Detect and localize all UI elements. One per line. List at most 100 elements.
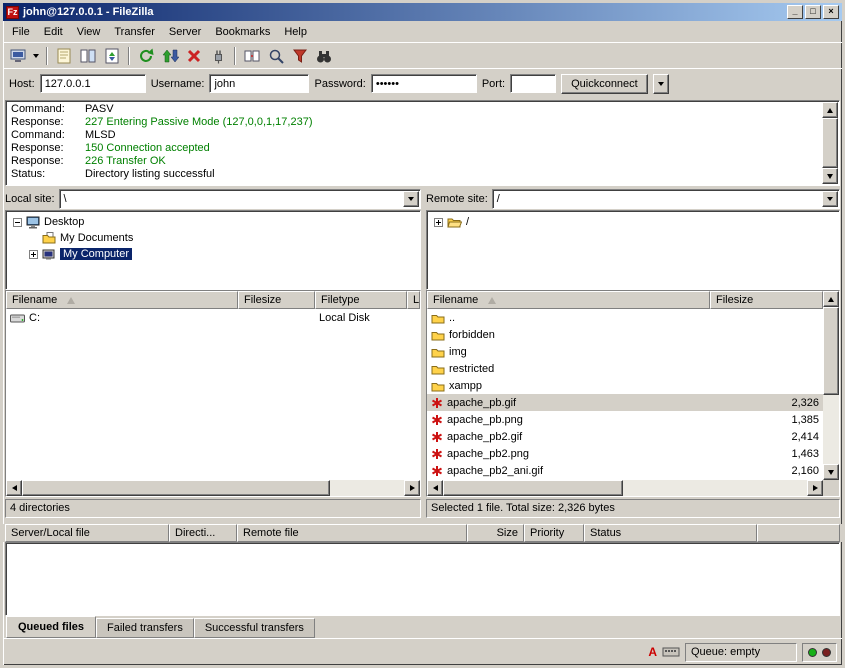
- scroll-up-icon[interactable]: [823, 291, 839, 307]
- tab-queued-files[interactable]: Queued files: [6, 616, 96, 638]
- quickconnect-button[interactable]: Quickconnect: [561, 74, 648, 94]
- minimize-button[interactable]: _: [787, 5, 803, 19]
- scroll-right-icon[interactable]: [807, 480, 823, 496]
- remote-site-combo[interactable]: /: [492, 189, 840, 209]
- tree-item-my-computer[interactable]: My Computer: [8, 246, 418, 262]
- log-label: Status:: [11, 168, 85, 181]
- remote-file-row[interactable]: restricted: [427, 360, 823, 377]
- close-button[interactable]: ×: [823, 5, 839, 19]
- port-input[interactable]: [510, 74, 556, 93]
- file-name: apache_pb.gif: [447, 397, 516, 409]
- expand-icon[interactable]: [29, 250, 38, 259]
- remote-file-row[interactable]: forbidden: [427, 326, 823, 343]
- local-file-row[interactable]: C: Local Disk: [6, 309, 420, 326]
- remote-file-row[interactable]: apache_pb2.gif 2,414: [427, 428, 823, 445]
- menu-transfer[interactable]: Transfer: [107, 23, 162, 41]
- scroll-up-icon[interactable]: [822, 102, 838, 118]
- process-queue-icon[interactable]: [158, 45, 182, 67]
- titlebar[interactable]: Fz john@127.0.0.1 - FileZilla _ □ ×: [3, 3, 842, 21]
- remote-file-row[interactable]: ..: [427, 309, 823, 326]
- local-tree: Desktop My Documents My Computer: [5, 210, 421, 290]
- refresh-icon[interactable]: [134, 45, 158, 67]
- search-icon[interactable]: [264, 45, 288, 67]
- column-header-filesize[interactable]: Filesize: [238, 291, 315, 309]
- column-header-filename[interactable]: Filename: [6, 291, 238, 309]
- sort-ascending-icon: [67, 297, 75, 304]
- local-site-combo[interactable]: \: [59, 189, 421, 209]
- column-header-filesize[interactable]: Filesize: [710, 291, 823, 309]
- scrollbar-thumb[interactable]: [823, 307, 839, 395]
- local-list-body[interactable]: C: Local Disk: [6, 309, 420, 480]
- logview-toggle-icon[interactable]: [52, 45, 76, 67]
- cancel-icon[interactable]: [182, 45, 206, 67]
- menu-file[interactable]: File: [5, 23, 37, 41]
- remote-list-body[interactable]: .. forbidden img: [427, 309, 823, 480]
- queue-column-size[interactable]: Size: [467, 524, 524, 542]
- find-icon[interactable]: [312, 45, 336, 67]
- remote-file-row[interactable]: apache_pb.png 1,385: [427, 411, 823, 428]
- queue-column-priority[interactable]: Priority: [524, 524, 584, 542]
- password-input[interactable]: [371, 74, 477, 93]
- local-horizontal-scrollbar[interactable]: [6, 480, 420, 496]
- scrollbar-thumb[interactable]: [22, 480, 330, 496]
- disconnect-icon[interactable]: [206, 45, 230, 67]
- combo-dropdown-icon[interactable]: [822, 191, 838, 207]
- menu-server[interactable]: Server: [162, 23, 208, 41]
- log-label: Command:: [11, 129, 85, 142]
- quickconnect-dropdown-icon[interactable]: [653, 74, 669, 94]
- remote-file-row[interactable]: xampp: [427, 377, 823, 394]
- site-manager-icon[interactable]: [6, 45, 30, 67]
- maximize-button[interactable]: □: [805, 5, 821, 19]
- image-file-icon: [431, 397, 443, 409]
- menu-view[interactable]: View: [70, 23, 108, 41]
- remote-file-row-selected[interactable]: apache_pb.gif 2,326: [427, 394, 823, 411]
- expand-icon[interactable]: [434, 218, 443, 227]
- remote-file-row[interactable]: apache_pb2.png 1,463: [427, 445, 823, 462]
- queue-column-remote-file[interactable]: Remote file: [237, 524, 467, 542]
- queue-list[interactable]: [5, 542, 840, 616]
- column-label: Size: [497, 527, 518, 539]
- queue-column-direction[interactable]: Directi...: [169, 524, 237, 542]
- remote-file-row[interactable]: apache_pb2_ani.gif 2,160: [427, 462, 823, 479]
- queue-column-spacer: [757, 524, 840, 542]
- column-header-lastmodified[interactable]: L: [407, 291, 420, 309]
- tab-successful-transfers[interactable]: Successful transfers: [194, 618, 315, 638]
- queue-column-status[interactable]: Status: [584, 524, 757, 542]
- collapse-icon[interactable]: [13, 218, 22, 227]
- host-input[interactable]: [40, 74, 146, 93]
- column-label: L: [413, 294, 419, 306]
- tree-item-root[interactable]: /: [429, 214, 837, 230]
- menu-bookmarks[interactable]: Bookmarks: [208, 23, 277, 41]
- remote-vertical-scrollbar[interactable]: [823, 291, 839, 480]
- site-manager-dropdown-icon[interactable]: [30, 45, 42, 67]
- menu-edit[interactable]: Edit: [37, 23, 70, 41]
- remote-list-header: Filename Filesize: [427, 291, 823, 309]
- scroll-down-icon[interactable]: [822, 168, 838, 184]
- column-label: Filetype: [321, 294, 360, 306]
- computer-icon: [42, 248, 56, 261]
- scroll-left-icon[interactable]: [6, 480, 22, 496]
- scroll-right-icon[interactable]: [404, 480, 420, 496]
- tree-item-label: My Documents: [60, 232, 133, 244]
- tab-failed-transfers[interactable]: Failed transfers: [96, 618, 194, 638]
- username-input[interactable]: [209, 74, 309, 93]
- tree-item-my-documents[interactable]: My Documents: [8, 230, 418, 246]
- remote-horizontal-scrollbar[interactable]: [427, 480, 839, 496]
- filter-icon[interactable]: [288, 45, 312, 67]
- log-scrollbar[interactable]: [822, 102, 838, 184]
- directory-compare-icon[interactable]: [240, 45, 264, 67]
- column-header-filename[interactable]: Filename: [427, 291, 710, 309]
- scroll-left-icon[interactable]: [427, 480, 443, 496]
- menu-help[interactable]: Help: [277, 23, 314, 41]
- scrollbar-thumb[interactable]: [822, 118, 838, 168]
- queueview-toggle-icon[interactable]: [100, 45, 124, 67]
- tree-item-desktop[interactable]: Desktop: [8, 214, 418, 230]
- remote-file-row[interactable]: img: [427, 343, 823, 360]
- combo-dropdown-icon[interactable]: [403, 191, 419, 207]
- queue-column-server-local-file[interactable]: Server/Local file: [5, 524, 169, 542]
- scrollbar-thumb[interactable]: [443, 480, 623, 496]
- scroll-down-icon[interactable]: [823, 464, 839, 480]
- log-line: Command:PASV: [11, 103, 819, 116]
- treeview-toggle-icon[interactable]: [76, 45, 100, 67]
- column-header-filetype[interactable]: Filetype: [315, 291, 407, 309]
